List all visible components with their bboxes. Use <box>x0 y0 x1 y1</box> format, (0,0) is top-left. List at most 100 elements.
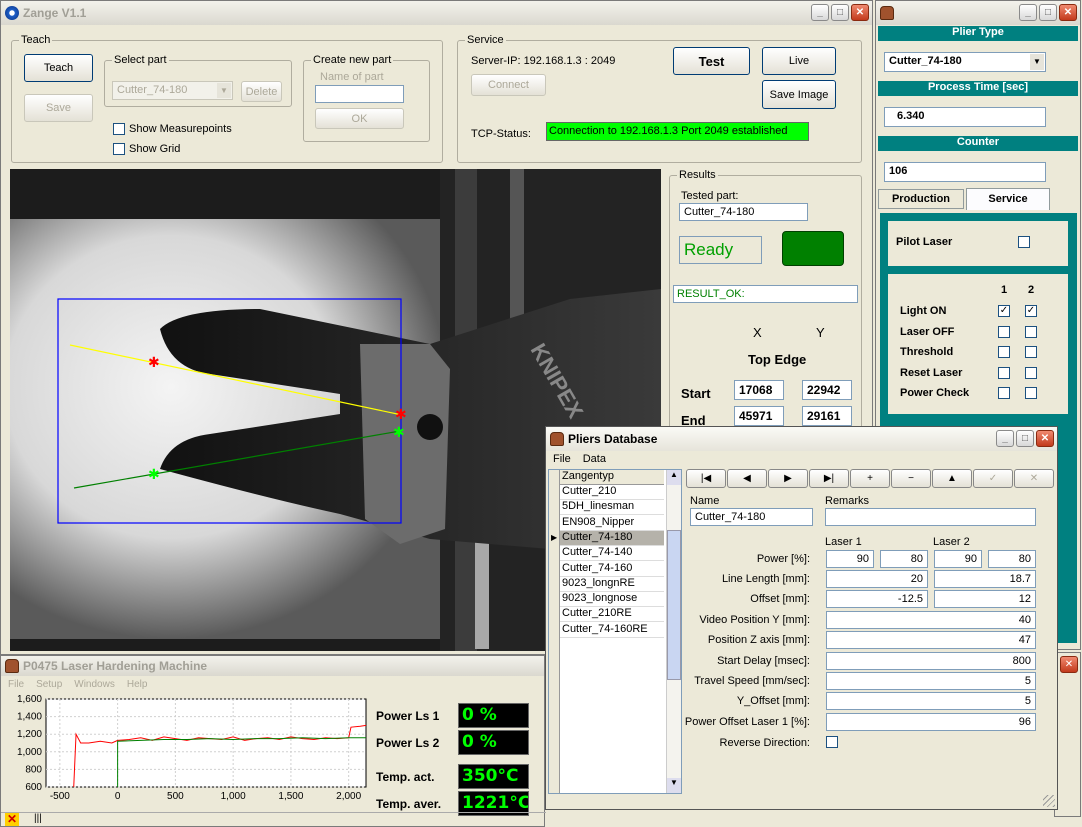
select-part-label: Select part <box>112 54 169 66</box>
save-button[interactable]: Save <box>24 94 93 122</box>
list-item[interactable]: EN908_Nipper <box>560 516 664 531</box>
close-icon[interactable]: ✕ <box>1036 430 1054 447</box>
close-icon[interactable]: ✕ <box>851 4 869 21</box>
show-measurepoints-checkbox[interactable] <box>113 123 125 135</box>
delete-record-icon[interactable]: − <box>891 469 931 488</box>
tab-production[interactable]: Production <box>878 189 964 209</box>
power-input[interactable]: 80 <box>988 550 1036 568</box>
first-record-icon[interactable]: |◀ <box>686 469 726 488</box>
power-input[interactable]: 90 <box>934 550 982 568</box>
reverse-direction-checkbox[interactable] <box>826 736 838 748</box>
menu-data[interactable]: Data <box>583 453 606 465</box>
line-length-1-input[interactable]: 20 <box>826 570 928 588</box>
machine-title-bar[interactable]: P0475 Laser Hardening Machine <box>1 656 544 676</box>
pliers-db-title-bar[interactable]: Pliers Database _ □ ✕ <box>546 427 1057 451</box>
close-icon[interactable]: ✕ <box>1060 656 1078 673</box>
minimize-icon[interactable]: _ <box>1019 4 1037 21</box>
param-input[interactable]: 47 <box>826 631 1036 650</box>
laser-row-check-2[interactable]: ✓ <box>1025 305 1037 317</box>
list-item[interactable]: Cutter_74-160RE <box>560 623 664 638</box>
laser-row-check-2[interactable] <box>1025 366 1037 379</box>
live-button[interactable]: Live <box>762 47 836 75</box>
menu-file[interactable]: File <box>8 679 24 690</box>
delete-button[interactable]: Delete <box>241 81 282 102</box>
chevron-down-icon: ▼ <box>1030 54 1044 70</box>
readout-label: Power Ls 2 <box>376 736 440 750</box>
laser-row-check-2[interactable] <box>1025 387 1037 399</box>
list-item[interactable]: Cutter_74-180 <box>560 530 664 546</box>
plier-panel-title-bar[interactable]: _ □ ✕ <box>876 1 1080 25</box>
edit-record-icon[interactable]: ▲ <box>932 469 972 488</box>
scroll-down-icon[interactable]: ▼ <box>667 778 681 793</box>
last-record-icon[interactable]: ▶| <box>809 469 849 488</box>
close-icon[interactable]: ✕ <box>1059 4 1077 21</box>
maximize-icon[interactable]: □ <box>831 4 849 21</box>
name-input[interactable]: Cutter_74-180 <box>690 508 813 526</box>
param-input[interactable]: 800 <box>826 651 1036 670</box>
line-length-2-input[interactable]: 18.7 <box>934 570 1036 588</box>
plier-type-dropdown[interactable]: Cutter_74-180 ▼ <box>884 52 1046 72</box>
list-item[interactable]: 5DH_linesman <box>560 500 664 516</box>
menu-windows[interactable]: Windows <box>74 679 115 690</box>
power-input[interactable]: 90 <box>826 550 874 568</box>
resize-grip[interactable] <box>1043 795 1055 807</box>
laser-row-check-2[interactable] <box>1025 346 1037 358</box>
test-button[interactable]: Test <box>673 47 750 75</box>
param-input[interactable]: 96 <box>826 712 1036 731</box>
save-image-button[interactable]: Save Image <box>762 80 836 109</box>
readout-value: 350°C <box>458 764 529 789</box>
list-item[interactable]: Cutter_74-160 <box>560 562 664 577</box>
param-input[interactable]: 40 <box>826 611 1036 629</box>
main-window-title: Zange V1.1 <box>23 6 87 20</box>
offset-2-input[interactable]: 12 <box>934 590 1036 608</box>
list-item[interactable]: 9023_longnose <box>560 592 664 608</box>
name-of-part-input[interactable] <box>315 85 404 103</box>
param-input[interactable]: 5 <box>826 671 1036 690</box>
pilot-laser-checkbox[interactable] <box>1018 236 1030 248</box>
power-input[interactable]: 80 <box>880 550 928 568</box>
plier-type-list: Zangentyp Cutter_210 5DH_linesman EN908_… <box>548 469 682 794</box>
list-item[interactable]: Cutter_210 <box>560 485 664 500</box>
insert-record-icon[interactable]: + <box>850 469 890 488</box>
y-column-header: Y <box>816 325 825 340</box>
laser-row-label: Threshold <box>900 346 954 358</box>
main-title-bar[interactable]: Zange V1.1 _ □ ✕ <box>1 1 872 25</box>
remarks-input[interactable] <box>825 508 1036 526</box>
tab-service[interactable]: Service <box>966 188 1050 210</box>
post-record-icon[interactable]: ✓ <box>973 469 1013 488</box>
laser-row-check-1[interactable] <box>998 387 1010 399</box>
laser-row-label: Power Check <box>900 387 970 399</box>
laser-row-check-2[interactable] <box>1025 325 1037 338</box>
scroll-up-icon[interactable]: ▲ <box>667 470 681 485</box>
maximize-icon[interactable]: □ <box>1016 430 1034 447</box>
menu-help[interactable]: Help <box>127 679 148 690</box>
x-tick-label: 1,500 <box>278 791 303 802</box>
next-record-icon[interactable]: ▶ <box>768 469 808 488</box>
laser-row-check-1[interactable] <box>998 325 1010 338</box>
minimize-icon[interactable]: _ <box>996 430 1014 447</box>
maximize-icon[interactable]: □ <box>1039 4 1057 21</box>
list-item[interactable]: 9023_longnRE <box>560 577 664 592</box>
minimize-icon[interactable]: _ <box>811 4 829 21</box>
laser-row-check-1[interactable] <box>998 346 1010 358</box>
scroll-thumb[interactable] <box>667 530 681 680</box>
select-part-dropdown[interactable]: Cutter_74-180 ▼ <box>112 81 233 100</box>
name-of-part-label: Name of part <box>320 71 384 83</box>
list-item[interactable]: Cutter_74-140 <box>560 546 664 562</box>
teach-button[interactable]: Teach <box>24 54 93 82</box>
laser-row-check-1[interactable] <box>998 366 1010 379</box>
list-scrollbar[interactable]: ▲ ▼ <box>666 470 681 793</box>
show-grid-checkbox[interactable] <box>113 143 125 155</box>
param-input[interactable]: 5 <box>826 692 1036 711</box>
offset-1-input[interactable]: -12.5 <box>826 590 928 608</box>
ok-button[interactable]: OK <box>315 108 404 129</box>
menu-file[interactable]: File <box>553 453 571 465</box>
laser-row-check-1[interactable]: ✓ <box>998 305 1010 317</box>
cancel-record-icon[interactable]: ✕ <box>1014 469 1054 488</box>
list-item[interactable]: Cutter_210RE <box>560 607 664 623</box>
prior-record-icon[interactable]: ◀ <box>727 469 767 488</box>
menu-setup[interactable]: Setup <box>36 679 62 690</box>
server-ip-label: Server-IP: 192.168.1.3 : 2049 <box>471 55 616 67</box>
connect-button[interactable]: Connect <box>471 74 546 96</box>
pliers-db-menu-bar: File Data <box>553 453 606 465</box>
